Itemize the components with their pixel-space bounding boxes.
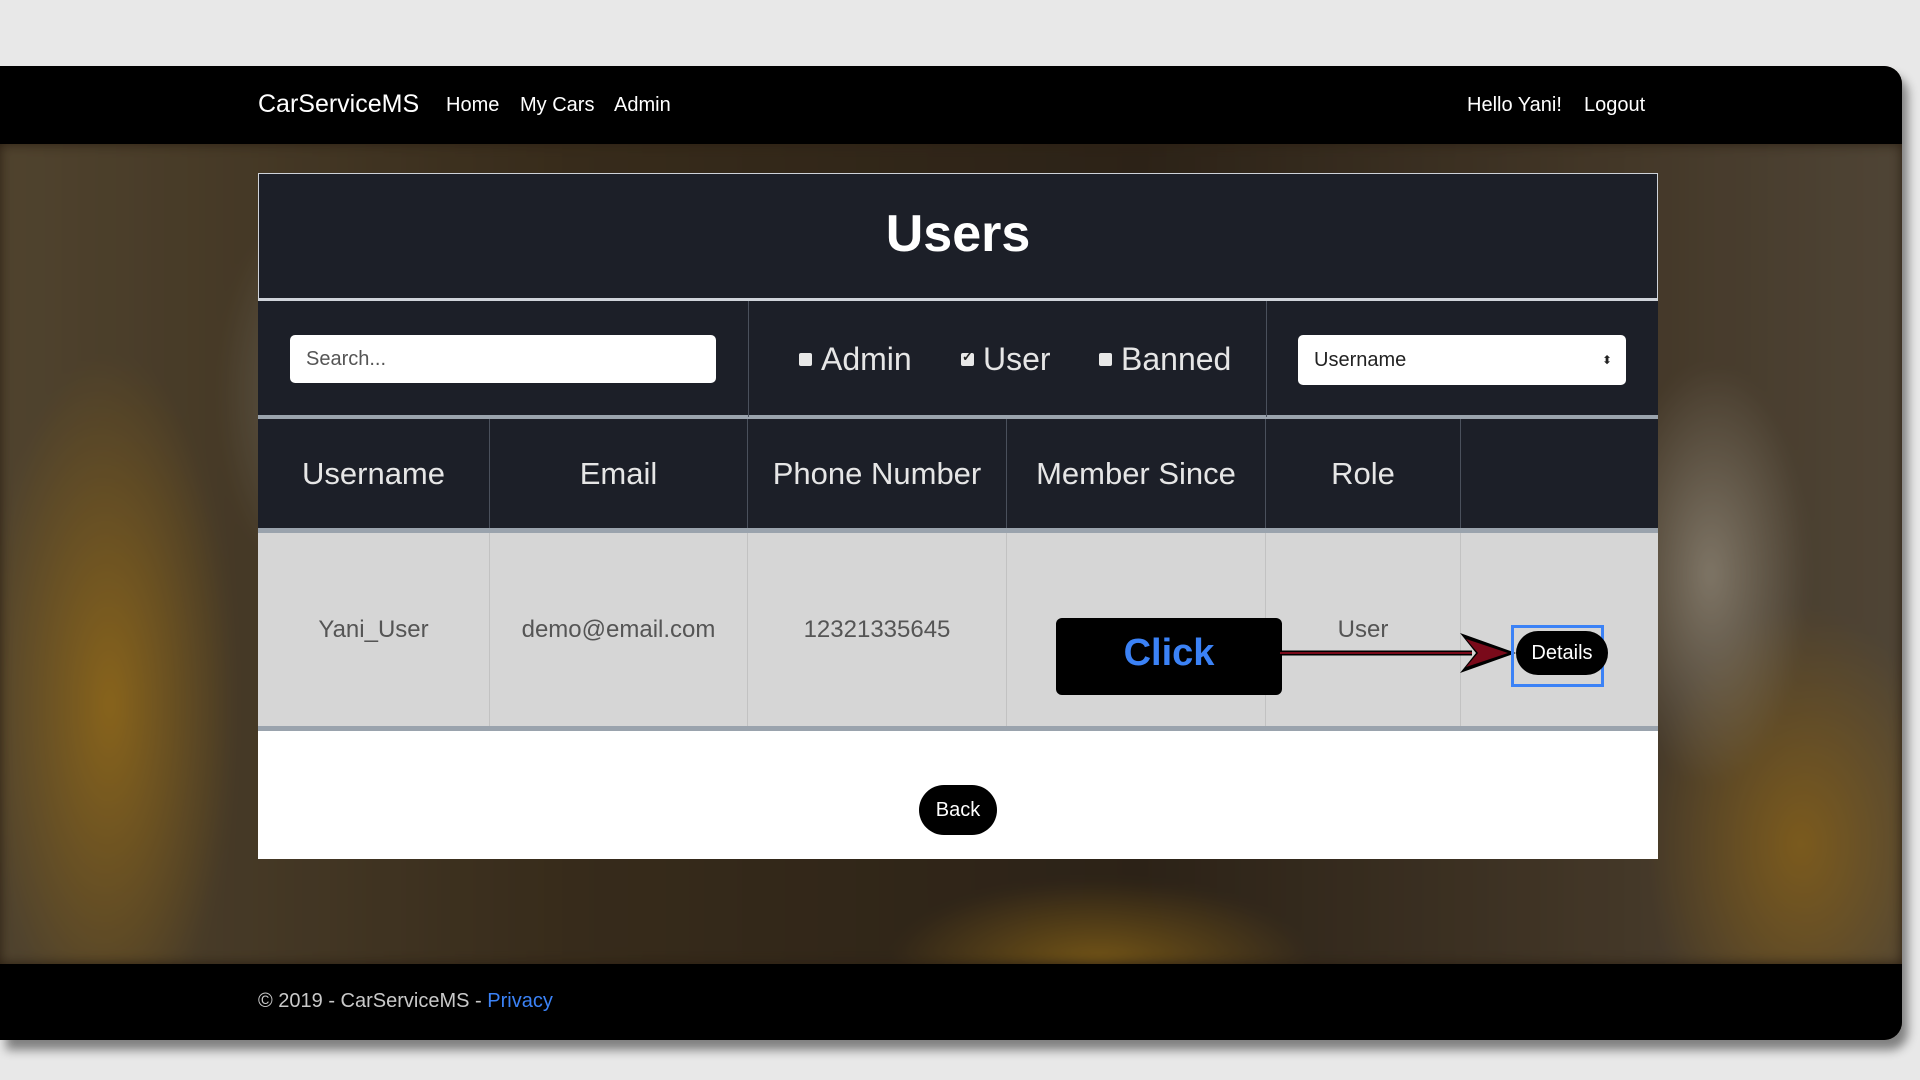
footer: © 2019 - CarServiceMS - Privacy — [0, 964, 1902, 1040]
cell-username: Yani_User — [258, 533, 490, 726]
admin-checkbox[interactable] — [799, 353, 812, 366]
cell-email: demo@email.com — [490, 533, 748, 726]
arrow-right-icon — [1280, 633, 1516, 673]
brand-link[interactable]: CarServiceMS — [258, 90, 419, 119]
admin-filter-label[interactable]: Admin — [821, 341, 912, 378]
privacy-link[interactable]: Privacy — [487, 990, 553, 1012]
navbar: CarServiceMS Home My Cars Admin Hello Ya… — [0, 66, 1902, 144]
table-header: Username Email Phone Number Member Since… — [258, 419, 1658, 533]
user-greeting[interactable]: Hello Yani! — [1467, 94, 1562, 117]
nav-my-cars[interactable]: My Cars — [520, 94, 594, 117]
title-row: Users — [258, 173, 1658, 299]
footer-text: © 2019 - CarServiceMS - Privacy — [258, 990, 553, 1013]
page-title: Users — [885, 205, 1031, 263]
select-arrows-icon: ⬍ — [1601, 353, 1612, 367]
users-panel: Users Search... Admin User Banned Userna… — [258, 173, 1658, 859]
column-header-role: Role — [1266, 419, 1461, 528]
banned-checkbox[interactable] — [1099, 353, 1112, 366]
filter-row: Search... Admin User Banned Username ⬍ — [258, 299, 1658, 419]
nav-admin[interactable]: Admin — [614, 94, 671, 117]
column-header-member-since: Member Since — [1007, 419, 1266, 528]
click-callout: Click — [1056, 618, 1282, 695]
back-button[interactable]: Back — [919, 785, 997, 835]
banned-filter-label[interactable]: Banned — [1121, 341, 1231, 378]
sort-select-value: Username — [1314, 349, 1407, 371]
logout-link[interactable]: Logout — [1584, 94, 1645, 117]
user-checkbox[interactable] — [961, 349, 974, 366]
details-button[interactable]: Details — [1516, 631, 1608, 675]
search-input[interactable]: Search... — [290, 335, 716, 383]
cell-phone: 12321335645 — [748, 533, 1007, 726]
column-header-email: Email — [490, 419, 748, 528]
nav-home[interactable]: Home — [446, 94, 499, 117]
column-header-phone: Phone Number — [748, 419, 1007, 528]
user-filter-label[interactable]: User — [983, 341, 1051, 378]
copyright-text: © 2019 - CarServiceMS - — [258, 990, 488, 1012]
column-header-username: Username — [258, 419, 490, 528]
divider — [748, 301, 749, 417]
sort-select[interactable]: Username ⬍ — [1298, 335, 1626, 385]
cell-role: User — [1266, 533, 1461, 726]
column-header-actions — [1461, 419, 1658, 528]
browser-window: CarServiceMS Home My Cars Admin Hello Ya… — [0, 66, 1902, 1040]
divider — [1266, 301, 1267, 417]
